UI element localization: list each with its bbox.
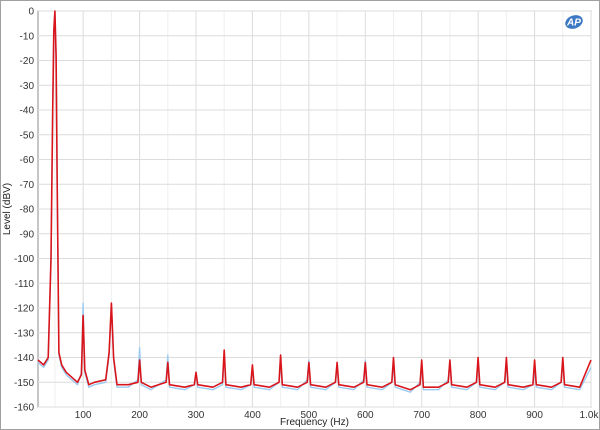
ap-logo-text: AP (566, 18, 581, 29)
y-tick-label: -80 (20, 205, 35, 216)
y-tick-label: -10 (20, 31, 35, 42)
x-tick-label: 900 (526, 410, 543, 421)
y-tick-label: -140 (14, 353, 34, 364)
x-tick-label: 800 (470, 410, 487, 421)
y-tick-label: -30 (20, 81, 35, 92)
x-tick-label: 700 (413, 410, 430, 421)
x-tick-label: 200 (131, 410, 148, 421)
y-tick-label: -160 (14, 403, 34, 414)
x-tick-label: 1.0k (580, 410, 600, 421)
y-tick-label: -100 (14, 254, 34, 265)
y-tick-label: -110 (15, 279, 35, 290)
x-tick-label: 300 (188, 410, 205, 421)
y-tick-label: -50 (20, 130, 35, 141)
y-tick-label: 0 (28, 7, 34, 18)
y-tick-label: -40 (20, 106, 35, 117)
x-axis-title: Frequency (Hz) (280, 417, 349, 428)
fft-spectrum-chart: 0 -10 -20 -30 -40 -50 -60 -70 -80 -90 -100 -110 -120… (2, 7, 600, 429)
x-tick-label: 600 (357, 410, 374, 421)
x-tick-label: 400 (244, 410, 261, 421)
y-tick-label: -60 (20, 155, 35, 166)
x-tick-label: 100 (75, 410, 92, 421)
y-tick-labels: 0 -10 -20 -30 -40 -50 -60 -70 -80 -90 -100 -110 -120… (14, 7, 34, 414)
y-tick-label: -90 (20, 229, 35, 240)
y-axis-title: Level (dBV) (2, 183, 13, 235)
y-tick-label: -120 (14, 304, 34, 315)
y-tick-label: -20 (20, 56, 35, 67)
y-tick-label: -130 (14, 328, 34, 339)
y-tick-label: -150 (14, 378, 34, 389)
y-tick-label: -70 (20, 180, 35, 191)
